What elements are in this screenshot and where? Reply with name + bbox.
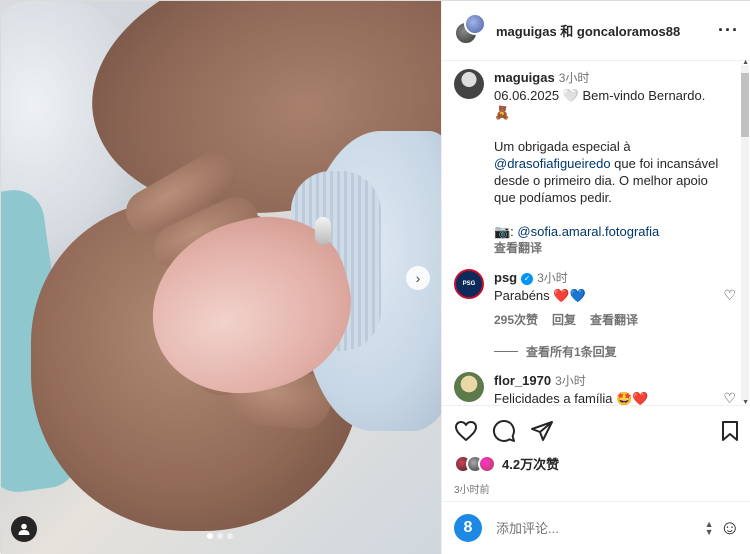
- action-icons: [454, 418, 740, 444]
- comment-input[interactable]: [496, 520, 705, 536]
- comment-username[interactable]: flor_1970: [494, 373, 551, 388]
- caption-time: 3小时: [558, 71, 590, 85]
- comment-time: 3小时: [537, 271, 568, 285]
- view-replies-label: 查看所有1条回复: [526, 345, 617, 359]
- comment-translate-link[interactable]: 查看翻译: [590, 312, 638, 329]
- carousel-dot: [227, 533, 233, 539]
- comment-item: PSG psg ✓ 3小时 Parabéns ❤️💙 295次赞 回复 查看翻译 ♡: [454, 269, 736, 329]
- avatar: [478, 454, 496, 473]
- comment-body: psg ✓ 3小时 Parabéns ❤️💙 295次赞 回复 查看翻译: [494, 269, 724, 329]
- collab-avatars[interactable]: [454, 12, 486, 47]
- user-icon: [18, 523, 30, 535]
- comments-list: maguigas 3小时 06.06.2025 🤍 Bem-vindo Berna…: [442, 61, 750, 405]
- comment-likes[interactable]: 295次赞: [494, 312, 538, 329]
- comment-icon[interactable]: [492, 419, 516, 443]
- view-replies-button[interactable]: 查看所有1条回复: [494, 343, 736, 360]
- caption-emoji: 🧸: [494, 105, 511, 120]
- comment-like-heart-icon[interactable]: ♡: [723, 287, 736, 304]
- comment-text: Felicidades a família 🤩❤️: [494, 391, 649, 405]
- caption-translate-link[interactable]: 查看翻译: [494, 240, 724, 257]
- chevron-right-icon: ›: [415, 270, 421, 286]
- carousel-dot: [207, 533, 213, 539]
- comment-reply-button[interactable]: 回复: [552, 312, 576, 329]
- post-photo: ›: [1, 1, 441, 554]
- carousel-next-button[interactable]: ›: [406, 266, 430, 290]
- caption-line1: 06.06.2025 🤍 Bem-vindo Bernardo.: [494, 88, 706, 103]
- app-badge-icon: 8: [454, 514, 482, 542]
- comment-body: flor_1970 3小时 Felicidades a família 🤩❤️: [494, 372, 724, 405]
- photo-snap-button: [315, 217, 331, 245]
- more-options-icon[interactable]: ···: [718, 20, 739, 41]
- comment-like-heart-icon[interactable]: ♡: [723, 390, 736, 405]
- scrollbar-thumb[interactable]: [741, 73, 749, 137]
- like-heart-icon[interactable]: [454, 420, 478, 442]
- post-actions: 4.2万次赞 3小时前: [442, 405, 750, 496]
- divider: [494, 351, 518, 352]
- caption-username[interactable]: maguigas: [494, 70, 555, 85]
- post-side-panel: maguigas 和 goncaloramos88 ··· maguigas 3小…: [441, 1, 750, 554]
- comment-meta: 295次赞 回复 查看翻译: [494, 312, 724, 329]
- comment-time: 3小时: [555, 374, 586, 388]
- spinner-arrows-icon[interactable]: ▲ ▼: [705, 520, 714, 537]
- likes-count[interactable]: 4.2万次赞: [502, 454, 559, 473]
- likes-summary: 4.2万次赞: [454, 454, 740, 473]
- caption-mention-link[interactable]: @drasofiafigueiredo: [494, 156, 611, 171]
- share-send-icon[interactable]: [530, 419, 554, 443]
- comments-scrollbar[interactable]: [741, 65, 749, 401]
- post-author-names[interactable]: maguigas 和 goncaloramos88: [496, 21, 718, 40]
- post-header: maguigas 和 goncaloramos88 ···: [442, 1, 750, 61]
- tagged-users-button[interactable]: [11, 516, 37, 542]
- caption-photo-prefix: 📷:: [494, 224, 518, 239]
- avatar[interactable]: [454, 69, 484, 99]
- avatar[interactable]: [454, 372, 484, 402]
- carousel-dots: [207, 533, 233, 539]
- caption-para2-before: Um obrigada especial à: [494, 139, 631, 154]
- verified-badge-icon: ✓: [521, 273, 534, 285]
- add-comment-bar: 8 ▲▼ ☺: [442, 501, 750, 554]
- emoji-smiley-icon[interactable]: ☺: [720, 517, 740, 540]
- avatar: [464, 12, 486, 35]
- post-caption: maguigas 3小时 06.06.2025 🤍 Bem-vindo Berna…: [454, 69, 736, 257]
- comment-username[interactable]: psg: [494, 270, 517, 285]
- caption-body: maguigas 3小时 06.06.2025 🤍 Bem-vindo Berna…: [494, 69, 724, 257]
- avatar[interactable]: PSG: [454, 269, 484, 299]
- caption-photo-credit-link[interactable]: @sofia.amaral.fotografia: [517, 224, 659, 239]
- carousel-dot: [217, 533, 223, 539]
- post-dialog: › maguigas 和 goncaloramos88 ··· maguigas…: [0, 0, 750, 554]
- bookmark-icon[interactable]: [720, 420, 740, 442]
- comment-item: flor_1970 3小时 Felicidades a família 🤩❤️ ♡: [454, 372, 736, 405]
- post-timestamp: 3小时前: [454, 485, 490, 496]
- comment-text: Parabéns ❤️💙: [494, 288, 586, 303]
